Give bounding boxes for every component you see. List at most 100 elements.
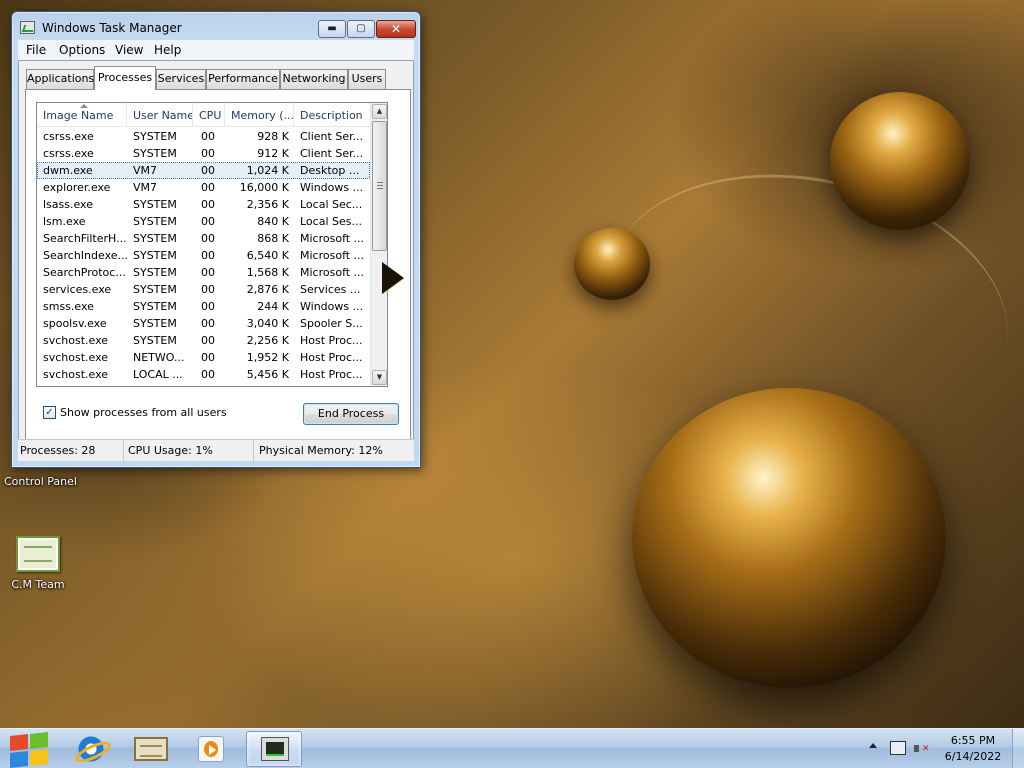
process-memory: 16,000 K xyxy=(239,181,289,194)
scroll-up-button[interactable]: ▲ xyxy=(372,104,387,119)
process-description: Spooler S... xyxy=(300,317,363,330)
column-header-user-name[interactable]: User Name xyxy=(127,103,193,127)
show-all-processes-checkbox[interactable]: ✓ xyxy=(43,406,56,419)
process-user: SYSTEM xyxy=(133,130,177,143)
status-cpu-usage: CPU Usage: 1% xyxy=(126,440,254,462)
process-description: Microsoft ... xyxy=(300,249,364,262)
system-clock[interactable]: 6:55 PM 6/14/2022 xyxy=(940,733,1006,765)
taskbar-media-player[interactable] xyxy=(184,731,240,767)
column-header-description[interactable]: Description xyxy=(294,103,370,127)
tab-applications[interactable]: Applications xyxy=(26,69,94,89)
vertical-scrollbar[interactable]: ▲ ▼ xyxy=(370,103,387,386)
process-name: SearchIndexe... xyxy=(43,249,128,262)
table-row[interactable]: smss.exe SYSTEM 00 244 K Windows ... xyxy=(37,298,370,315)
tab-performance[interactable]: Performance xyxy=(206,69,280,89)
task-manager-icon xyxy=(261,737,289,761)
close-button[interactable]: ✕ xyxy=(376,20,416,38)
show-all-processes-label[interactable]: Show processes from all users xyxy=(60,406,227,419)
process-name: SearchFilterH... xyxy=(43,232,127,245)
process-user: SYSTEM xyxy=(133,283,177,296)
process-user: LOCAL ... xyxy=(133,368,183,381)
wallpaper-sphere-large xyxy=(632,388,946,688)
process-memory: 912 K xyxy=(257,147,289,160)
table-row[interactable]: lsm.exe SYSTEM 00 840 K Local Ses... xyxy=(37,213,370,230)
desktop-icon-cm-team[interactable]: C.M Team xyxy=(10,536,66,591)
process-user: SYSTEM xyxy=(133,232,177,245)
windows-logo-quad xyxy=(10,751,28,768)
column-header-cpu[interactable]: CPU xyxy=(193,103,225,127)
process-memory: 1,568 K xyxy=(246,266,289,279)
windows-logo-icon xyxy=(10,734,28,751)
wallpaper-sphere-medium xyxy=(830,92,970,230)
scrollbar-grip-icon xyxy=(377,182,383,189)
table-row[interactable]: svchost.exe SYSTEM 00 2,256 K Host Proc... xyxy=(37,332,370,349)
minimize-button[interactable]: ▬ xyxy=(318,20,346,38)
maximize-button[interactable]: ▢ xyxy=(347,20,375,38)
table-row[interactable]: svchost.exe NETWO... 00 1,952 K Host Proc... xyxy=(37,349,370,366)
volume-muted-icon[interactable] xyxy=(914,741,932,757)
network-icon[interactable] xyxy=(890,741,906,755)
process-name: svchost.exe xyxy=(43,351,109,364)
scroll-down-button[interactable]: ▼ xyxy=(372,370,387,385)
end-process-button[interactable]: End Process xyxy=(303,403,399,425)
media-player-icon xyxy=(198,736,224,762)
process-memory: 928 K xyxy=(257,130,289,143)
process-memory: 840 K xyxy=(257,215,289,228)
taskbar-certificate-app[interactable] xyxy=(124,731,180,767)
table-row[interactable]: explorer.exe VM7 00 16,000 K Windows ... xyxy=(37,179,370,196)
taskbar-task-manager[interactable] xyxy=(246,731,302,767)
certificate-icon xyxy=(134,737,168,761)
column-header-image-name[interactable]: Image Name xyxy=(37,103,127,127)
menu-view[interactable]: View xyxy=(115,43,143,57)
process-memory: 5,456 K xyxy=(246,368,289,381)
show-hidden-icons-arrow-icon[interactable] xyxy=(869,743,877,748)
taskbar-internet-explorer[interactable] xyxy=(62,731,118,767)
table-row[interactable]: csrss.exe SYSTEM 00 912 K Client Ser... xyxy=(37,145,370,162)
process-name: SearchProtoc... xyxy=(43,266,126,279)
table-row[interactable]: csrss.exe SYSTEM 00 928 K Client Ser... xyxy=(37,128,370,145)
tab-networking[interactable]: Networking xyxy=(280,69,348,89)
process-user: SYSTEM xyxy=(133,215,177,228)
tab-processes[interactable]: Processes xyxy=(94,66,156,90)
process-memory: 1,024 K xyxy=(246,164,289,177)
clock-date: 6/14/2022 xyxy=(944,750,1002,763)
process-user: SYSTEM xyxy=(133,147,177,160)
menu-options[interactable]: Options xyxy=(59,43,105,57)
process-user: SYSTEM xyxy=(133,334,177,347)
column-header-memory[interactable]: Memory (... xyxy=(225,103,294,127)
process-memory: 6,540 K xyxy=(246,249,289,262)
process-memory: 868 K xyxy=(257,232,289,245)
tab-services[interactable]: Services xyxy=(156,69,206,89)
process-description: Host Proc... xyxy=(300,334,363,347)
menu-help[interactable]: Help xyxy=(154,43,181,57)
table-row[interactable]: svchost.exe LOCAL ... 00 5,456 K Host Proc..… xyxy=(37,366,370,383)
process-name: explorer.exe xyxy=(43,181,111,194)
process-description: Client Ser... xyxy=(300,130,364,143)
menu-file[interactable]: File xyxy=(26,43,46,57)
process-description: Windows ... xyxy=(300,300,364,313)
clock-time: 6:55 PM xyxy=(950,734,996,747)
table-row[interactable]: spoolsv.exe SYSTEM 00 3,040 K Spooler S... xyxy=(37,315,370,332)
window-title: Windows Task Manager xyxy=(42,21,182,35)
table-row[interactable]: lsass.exe SYSTEM 00 2,356 K Local Sec... xyxy=(37,196,370,213)
table-row[interactable]: SearchFilterH... SYSTEM 00 868 K Microsoft .… xyxy=(37,230,370,247)
title-bar[interactable]: Windows Task Manager ▬ ▢ ✕ xyxy=(12,12,420,42)
show-desktop-button[interactable] xyxy=(1012,729,1024,768)
process-cpu: 00 xyxy=(201,249,215,262)
tab-users[interactable]: Users xyxy=(348,69,386,89)
task-manager-window: Windows Task Manager ▬ ▢ ✕ File Options … xyxy=(11,11,421,468)
status-processes: Processes: 28 xyxy=(18,440,124,462)
process-description: Services ... xyxy=(300,283,361,296)
start-button[interactable] xyxy=(4,730,52,768)
table-row[interactable]: SearchProtoc... SYSTEM 00 1,568 K Microsoft … xyxy=(37,264,370,281)
scrollbar-thumb[interactable] xyxy=(372,121,387,251)
process-user: SYSTEM xyxy=(133,249,177,262)
process-user: VM7 xyxy=(133,164,158,177)
process-memory: 244 K xyxy=(257,300,289,313)
desktop-icon-control-panel-label[interactable]: Control Panel xyxy=(4,475,77,488)
table-row[interactable]: dwm.exe VM7 00 1,024 K Desktop ... xyxy=(37,162,370,179)
sort-ascending-icon xyxy=(80,104,88,108)
table-row[interactable]: services.exe SYSTEM 00 2,876 K Services ... xyxy=(37,281,370,298)
process-name: svchost.exe xyxy=(43,334,109,347)
table-row[interactable]: SearchIndexe... SYSTEM 00 6,540 K Microsoft … xyxy=(37,247,370,264)
